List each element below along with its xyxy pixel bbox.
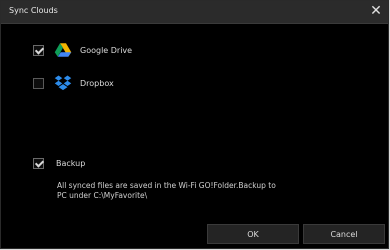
title-bar: Sync Clouds ✕ — [1, 1, 388, 24]
google-drive-label: Google Drive — [80, 45, 133, 55]
google-drive-icon — [54, 43, 72, 57]
dialog-title: Sync Clouds — [9, 6, 58, 15]
dropbox-checkbox[interactable] — [33, 77, 44, 89]
ok-button[interactable]: OK — [207, 224, 299, 244]
backup-checkbox[interactable] — [33, 158, 44, 169]
dropbox-label: Dropbox — [80, 78, 114, 88]
dropbox-row[interactable]: Dropbox — [33, 74, 114, 92]
cancel-button[interactable]: Cancel — [303, 224, 385, 244]
backup-row[interactable]: Backup — [33, 158, 85, 169]
dropbox-icon — [54, 75, 72, 91]
backup-description: All synced files are saved in the Wi-Fi … — [57, 181, 276, 200]
sync-clouds-dialog: Sync Clouds ✕ Google Drive Dropbox Backu… — [0, 0, 389, 249]
google-drive-checkbox[interactable] — [33, 44, 44, 56]
close-button[interactable]: ✕ — [368, 2, 384, 20]
google-drive-row[interactable]: Google Drive — [33, 41, 132, 59]
backup-label: Backup — [56, 159, 86, 168]
